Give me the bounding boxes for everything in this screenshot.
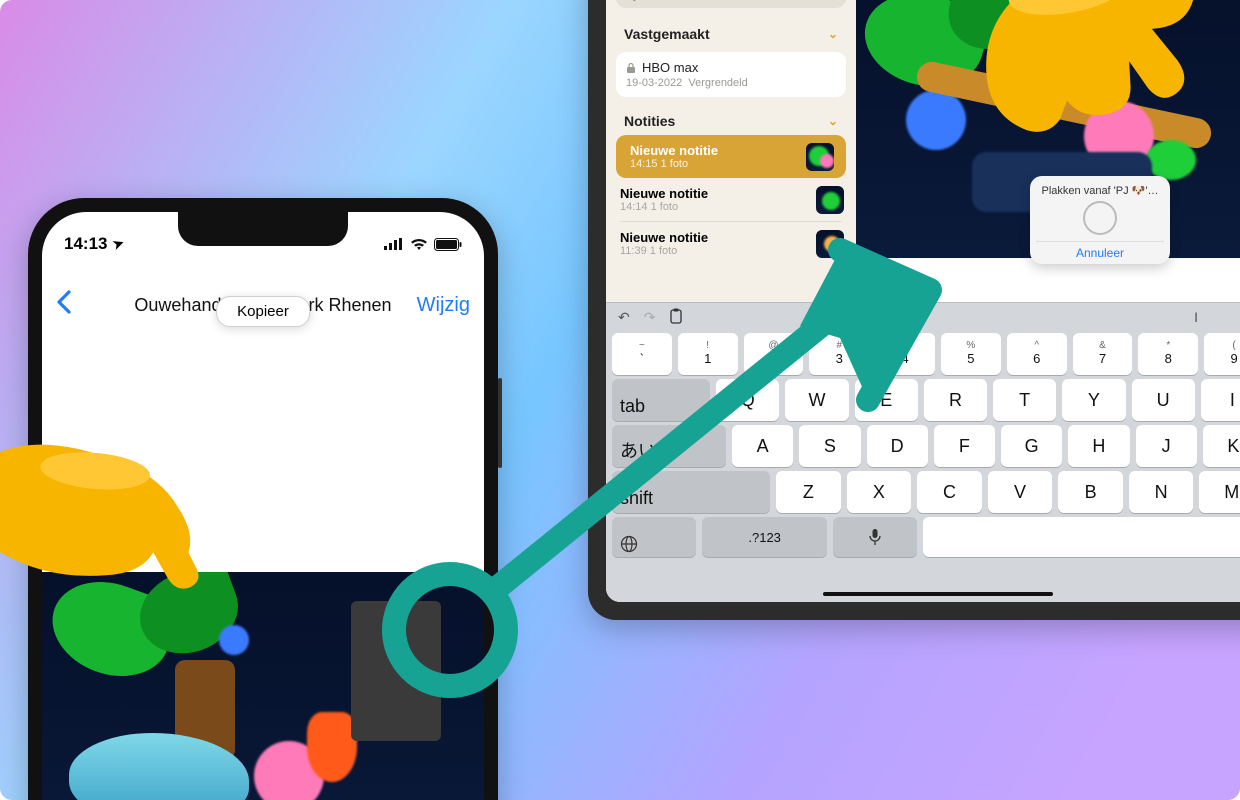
tab-key[interactable]: tab [612,379,710,421]
paste-dialog-title: Plakken vanaf 'PJ 🐶'… [1036,184,1164,197]
number-key[interactable]: @2 [744,333,804,375]
note-list-item[interactable]: Nieuwe notitie 14:14 1 foto [606,178,856,221]
cancel-button[interactable]: Annuleer [1036,241,1164,260]
search-icon [624,0,636,2]
number-key[interactable]: &7 [1073,333,1133,375]
pinned-note-item[interactable]: HBO max 19-03-2022 Vergrendeld [616,52,846,97]
battery-icon [434,238,462,251]
onscreen-keyboard: ↶ ↷ I Hey ~`!1@2#3€4%5^6&7*8(9 tab QWERT… [606,302,1240,602]
language-key[interactable]: あいう [612,425,726,467]
wifi-icon [410,238,428,251]
paste-progress-dialog: Plakken vanaf 'PJ 🐶'… Annuleer [1030,176,1170,264]
keyboard-row-1: tab QWERTYUI [606,377,1240,423]
pinned-header-label: Vastgemaakt [624,26,710,42]
keyboard-row-numbers: ~`!1@2#3€4%5^6&7*8(9 [606,331,1240,377]
ipad-device: Zoek Vastgemaakt ⌄ HBO max 19-03-2022 Ve… [588,0,1240,620]
spacebar-key[interactable] [923,517,1240,557]
back-button[interactable] [56,288,86,322]
letter-key[interactable]: A [732,425,793,467]
letter-key[interactable]: J [1136,425,1197,467]
number-key[interactable]: (9 [1204,333,1240,375]
clipboard-icon[interactable] [669,308,683,327]
ipad-screen: Zoek Vastgemaakt ⌄ HBO max 19-03-2022 Ve… [606,0,1240,602]
keyboard-toolbar: ↶ ↷ I [606,303,1240,331]
note-thumbnail [806,143,834,171]
composite-stage: 14:13 ➤ [0,0,1240,800]
keyboard-suggestion[interactable]: I [1194,309,1198,325]
number-key[interactable]: #3 [809,333,869,375]
note-item-subtitle: 11:39 1 foto [620,245,842,257]
globe-icon [620,535,638,553]
keyboard-row-2: あいう ASDFGHJK [606,423,1240,469]
number-key[interactable]: ~` [612,333,672,375]
shift-key[interactable]: shift [612,471,770,513]
numeric-switch-key[interactable]: .?123 [702,517,827,557]
note-list-item[interactable]: Nieuwe notitie 14:15 1 foto [616,135,846,178]
search-placeholder: Zoek [642,0,669,3]
note-thumbnail [816,186,844,214]
letter-key[interactable]: V [988,471,1053,513]
spinner-icon [1083,201,1117,235]
letter-key[interactable]: G [1001,425,1062,467]
keyboard-row-bottom: .?123 [606,515,1240,559]
number-key[interactable]: %5 [941,333,1001,375]
letter-key[interactable]: H [1068,425,1129,467]
number-key[interactable]: *8 [1138,333,1198,375]
letter-key[interactable]: T [993,379,1056,421]
number-key[interactable]: €4 [875,333,935,375]
letter-key[interactable]: C [917,471,982,513]
note-item-subtitle: 14:14 1 foto [620,201,842,213]
letter-key[interactable]: K [1203,425,1240,467]
iphone-side-button [498,378,502,468]
letter-key[interactable]: R [924,379,987,421]
letter-key[interactable]: F [934,425,995,467]
globe-key[interactable] [612,517,696,557]
redo-icon[interactable]: ↷ [644,309,656,326]
letter-key[interactable]: X [847,471,912,513]
note-item-title: Nieuwe notitie [620,230,842,245]
note-item-title: Nieuwe notitie [620,186,842,201]
note-item-title: Nieuwe notitie [630,143,832,158]
location-icon: ➤ [111,235,127,254]
number-key[interactable]: ^6 [1007,333,1067,375]
pinned-note-title: HBO max [642,60,698,75]
iphone-notch [178,212,348,246]
notes-header-label: Notities [624,113,675,129]
letter-key[interactable]: Y [1062,379,1125,421]
edit-button[interactable]: Wijzig [417,294,470,317]
notes-section-header[interactable]: Notities ⌄ [606,101,856,135]
letter-key[interactable]: S [799,425,860,467]
number-key[interactable]: !1 [678,333,738,375]
pinned-section-header[interactable]: Vastgemaakt ⌄ [606,14,856,48]
status-time: 14:13 [64,234,107,254]
letter-key[interactable]: D [867,425,928,467]
keyboard-row-3: shift ZXCVBNM [606,469,1240,515]
copy-menu-item[interactable]: Kopieer [216,296,310,327]
letter-key[interactable]: B [1058,471,1123,513]
chevron-down-icon: ⌄ [828,27,838,41]
lock-icon [626,62,636,74]
letter-key[interactable]: I [1201,379,1240,421]
chevron-down-icon: ⌄ [828,114,838,128]
undo-icon[interactable]: ↶ [618,309,630,326]
note-list-item[interactable]: Nieuwe notitie 11:39 1 foto [606,222,856,265]
note-thumbnail [816,230,844,258]
note-item-subtitle: 14:15 1 foto [630,158,832,170]
letter-key[interactable]: W [785,379,848,421]
letter-key[interactable]: N [1129,471,1194,513]
letter-key[interactable]: E [855,379,918,421]
letter-key[interactable]: U [1132,379,1195,421]
microphone-icon [869,528,881,546]
search-input[interactable]: Zoek [616,0,846,8]
letter-key[interactable]: M [1199,471,1240,513]
dictation-key[interactable] [833,517,917,557]
letter-key[interactable]: Q [716,379,779,421]
letter-key[interactable]: Z [776,471,841,513]
cell-signal-icon [384,238,404,250]
home-indicator[interactable] [823,592,1053,596]
pointing-hand-icon [0,419,238,640]
